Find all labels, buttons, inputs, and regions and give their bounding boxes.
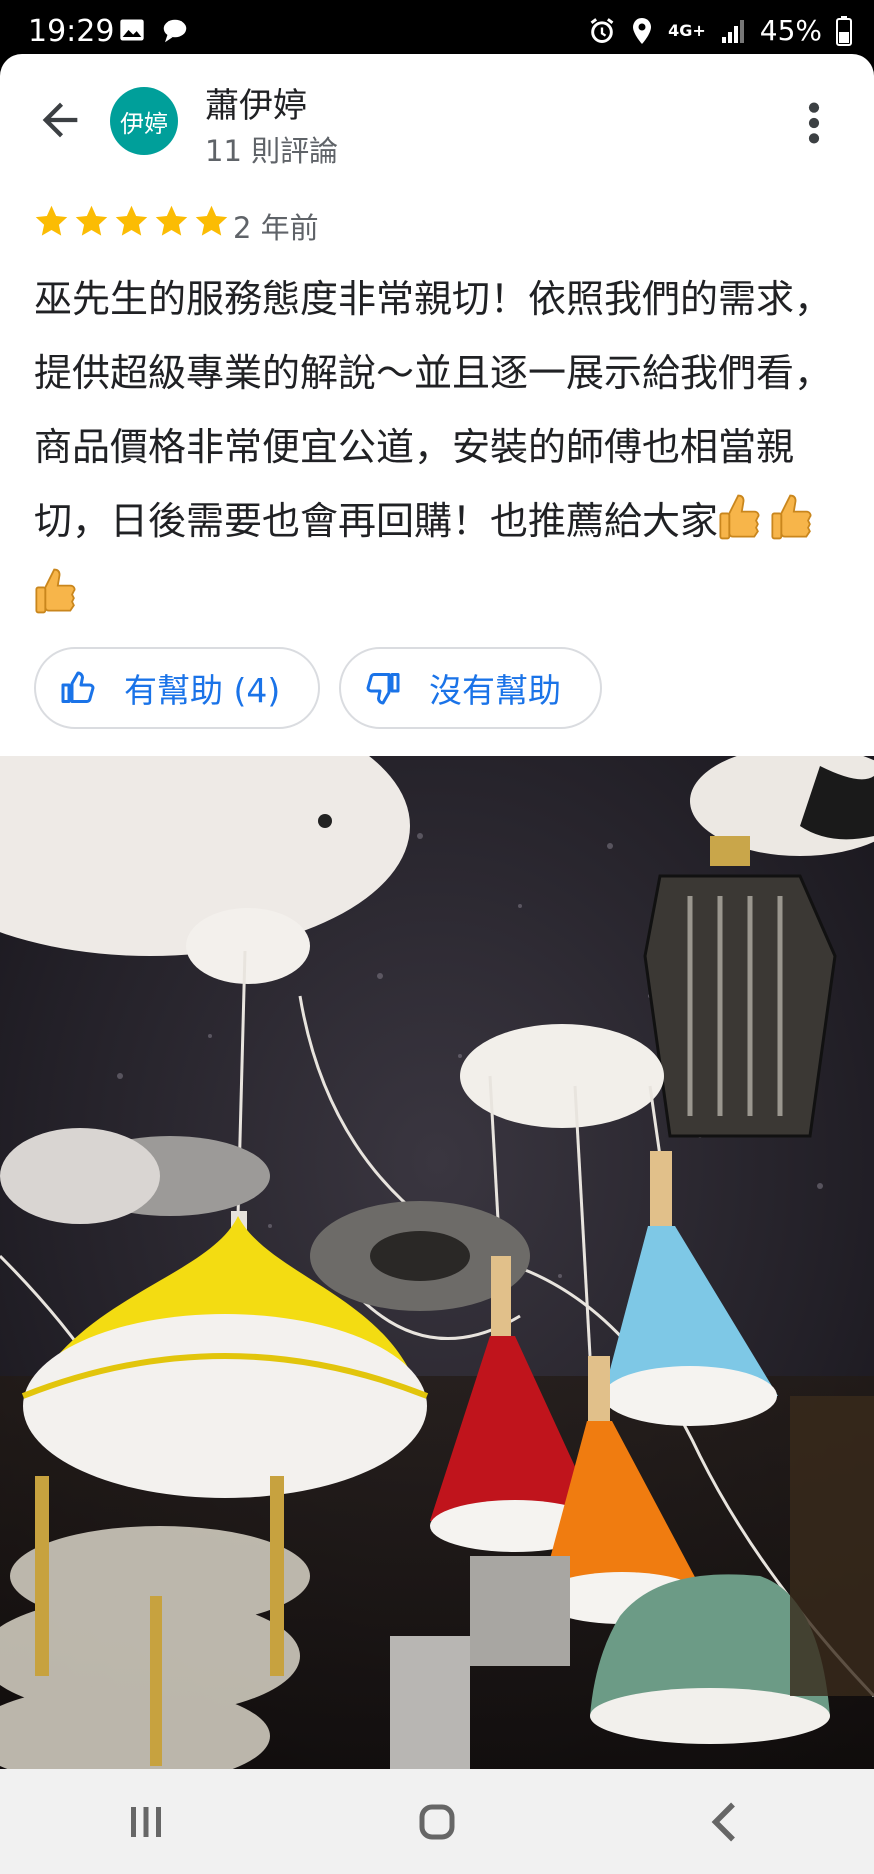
review-count: 11 則評論	[205, 134, 339, 168]
chat-bubble-icon	[163, 19, 187, 43]
star-icon	[115, 205, 148, 236]
thumbs-up-emoji	[35, 568, 76, 614]
home-icon[interactable]	[407, 1792, 467, 1852]
helpful-button[interactable]: 有幫助 (4)	[34, 647, 320, 729]
review-body: 巫先生的服務態度非常親切！依照我們的需求，提供超級專業的解說～並且逐一展示給我們…	[34, 277, 833, 543]
status-right: 4G+ 45%	[588, 14, 852, 47]
image-icon	[120, 19, 144, 41]
network-type: 4G+	[668, 21, 706, 40]
status-left-icons	[118, 16, 190, 46]
thumbs-down-icon	[366, 673, 400, 705]
star-icon	[195, 205, 228, 236]
helpful-label: 有幫助 (4)	[124, 671, 281, 710]
thumbs-up-emoji	[771, 494, 812, 540]
thumbs-up-icon	[61, 671, 95, 703]
alarm-icon	[590, 17, 614, 43]
user-name[interactable]: 蕭伊婷	[205, 78, 307, 127]
not-helpful-label: 沒有幫助	[429, 671, 561, 710]
recent-apps-icon[interactable]	[116, 1792, 176, 1852]
avatar-text: 伊婷	[120, 109, 168, 138]
more-vert-icon[interactable]	[796, 100, 832, 146]
battery-icon	[836, 15, 852, 46]
review-time: 2 年前	[233, 211, 319, 245]
review-photo[interactable]	[0, 756, 874, 1769]
star-icon	[75, 205, 108, 236]
status-time: 19:29	[28, 14, 115, 49]
battery-percent: 45%	[759, 14, 822, 47]
not-helpful-button[interactable]: 沒有幫助	[339, 647, 602, 729]
system-nav-bar	[0, 1769, 874, 1874]
star-icon	[35, 205, 68, 236]
review-text: 巫先生的服務態度非常親切！依照我們的需求，提供超級專業的解說～並且逐一展示給我們…	[34, 262, 842, 632]
back-arrow-icon[interactable]	[34, 94, 86, 146]
avatar[interactable]: 伊婷	[110, 87, 178, 155]
star-icon	[155, 205, 188, 236]
star-rating	[33, 203, 230, 240]
back-icon[interactable]	[698, 1792, 758, 1852]
thumbs-up-emoji	[719, 494, 760, 540]
location-icon	[633, 17, 652, 44]
signal-icon	[721, 19, 744, 43]
